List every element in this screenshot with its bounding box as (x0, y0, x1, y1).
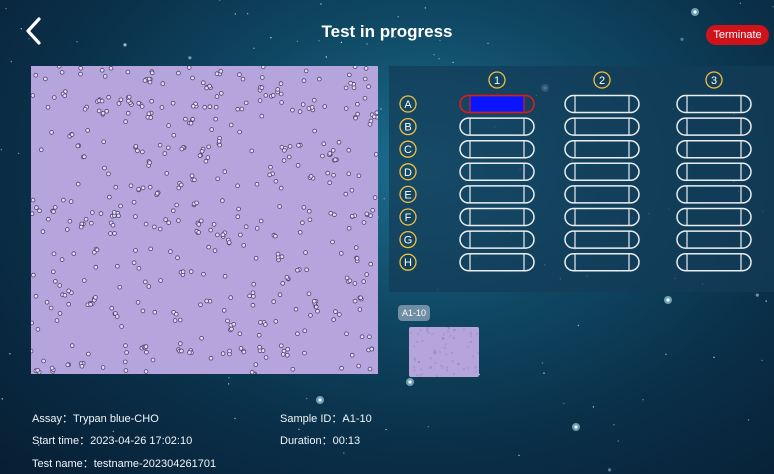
row-label-H: H (404, 257, 412, 269)
assay-info: Assay：Trypan blue-CHO (32, 410, 159, 426)
well-3B[interactable] (676, 117, 752, 136)
well-2B[interactable] (564, 117, 640, 136)
sample-plate: 1 2 3 ABCDEFGH (389, 66, 774, 292)
active-well-fill (470, 96, 524, 112)
start-time-info: Start time：2023-04-26 17:02:10 (32, 432, 192, 448)
well-1G[interactable] (459, 230, 535, 249)
duration-info: Duration：00:13 (280, 432, 360, 448)
well-3H[interactable] (676, 252, 752, 272)
page-title: Test in progress (321, 22, 453, 41)
duration-label: Duration： (280, 435, 333, 447)
well-2E[interactable] (564, 185, 640, 204)
sample-id-label: Sample ID： (280, 413, 343, 425)
well-1E[interactable] (459, 185, 535, 204)
well-2H[interactable] (564, 252, 640, 272)
cell-image-canvas (31, 66, 378, 374)
row-label-A: A (404, 99, 412, 111)
row-label-D: D (404, 167, 412, 179)
assay-label: Assay： (32, 413, 73, 425)
start-time-label: Start time： (32, 435, 91, 447)
well-3A[interactable] (676, 94, 752, 114)
well-2C[interactable] (564, 139, 640, 159)
well-1F[interactable] (459, 207, 535, 227)
well-2G[interactable] (564, 230, 640, 249)
test-name-info: Test name：testname-202304261701 (32, 455, 216, 471)
test-name-label: Test name： (32, 458, 94, 470)
row-label-E: E (404, 189, 411, 201)
column-label-3: 3 (711, 75, 717, 87)
well-2F[interactable] (564, 207, 640, 227)
well-1C[interactable] (459, 139, 535, 159)
header-bar: Test in progress Terminate (0, 0, 774, 62)
well-3C[interactable] (676, 139, 752, 159)
sample-id-info: Sample ID：A1-10 (280, 410, 372, 426)
row-label-C: C (404, 144, 412, 156)
column-label-2: 2 (599, 75, 605, 87)
well-2D[interactable] (564, 162, 640, 182)
well-3D[interactable] (676, 162, 752, 182)
thumbnail-label: A1-10 (398, 305, 430, 321)
row-label-F: F (405, 212, 412, 224)
well-3G[interactable] (676, 230, 752, 249)
plate-grid: 1 2 3 ABCDEFGH (399, 71, 752, 272)
assay-value: Trypan blue-CHO (72, 413, 159, 425)
terminate-button[interactable]: Terminate (706, 25, 769, 45)
well-3E[interactable] (676, 185, 752, 204)
start-time-value: 2023-04-26 17:02:10 (90, 435, 193, 447)
test-name-value: testname-202304261701 (93, 458, 217, 470)
well-1D[interactable] (459, 162, 535, 182)
well-2A[interactable] (564, 94, 640, 114)
sample-thumbnail[interactable] (409, 327, 479, 377)
sample-id-value: A1-10 (342, 413, 372, 425)
thumbnail-image (410, 327, 479, 377)
well-3F[interactable] (676, 207, 752, 227)
microscope-image (31, 66, 378, 374)
duration-value: 00:13 (332, 435, 361, 447)
row-label-G: G (404, 235, 413, 247)
column-label-1: 1 (494, 75, 500, 87)
well-1B[interactable] (459, 117, 535, 136)
well-1H[interactable] (459, 252, 535, 272)
row-label-B: B (404, 122, 411, 134)
